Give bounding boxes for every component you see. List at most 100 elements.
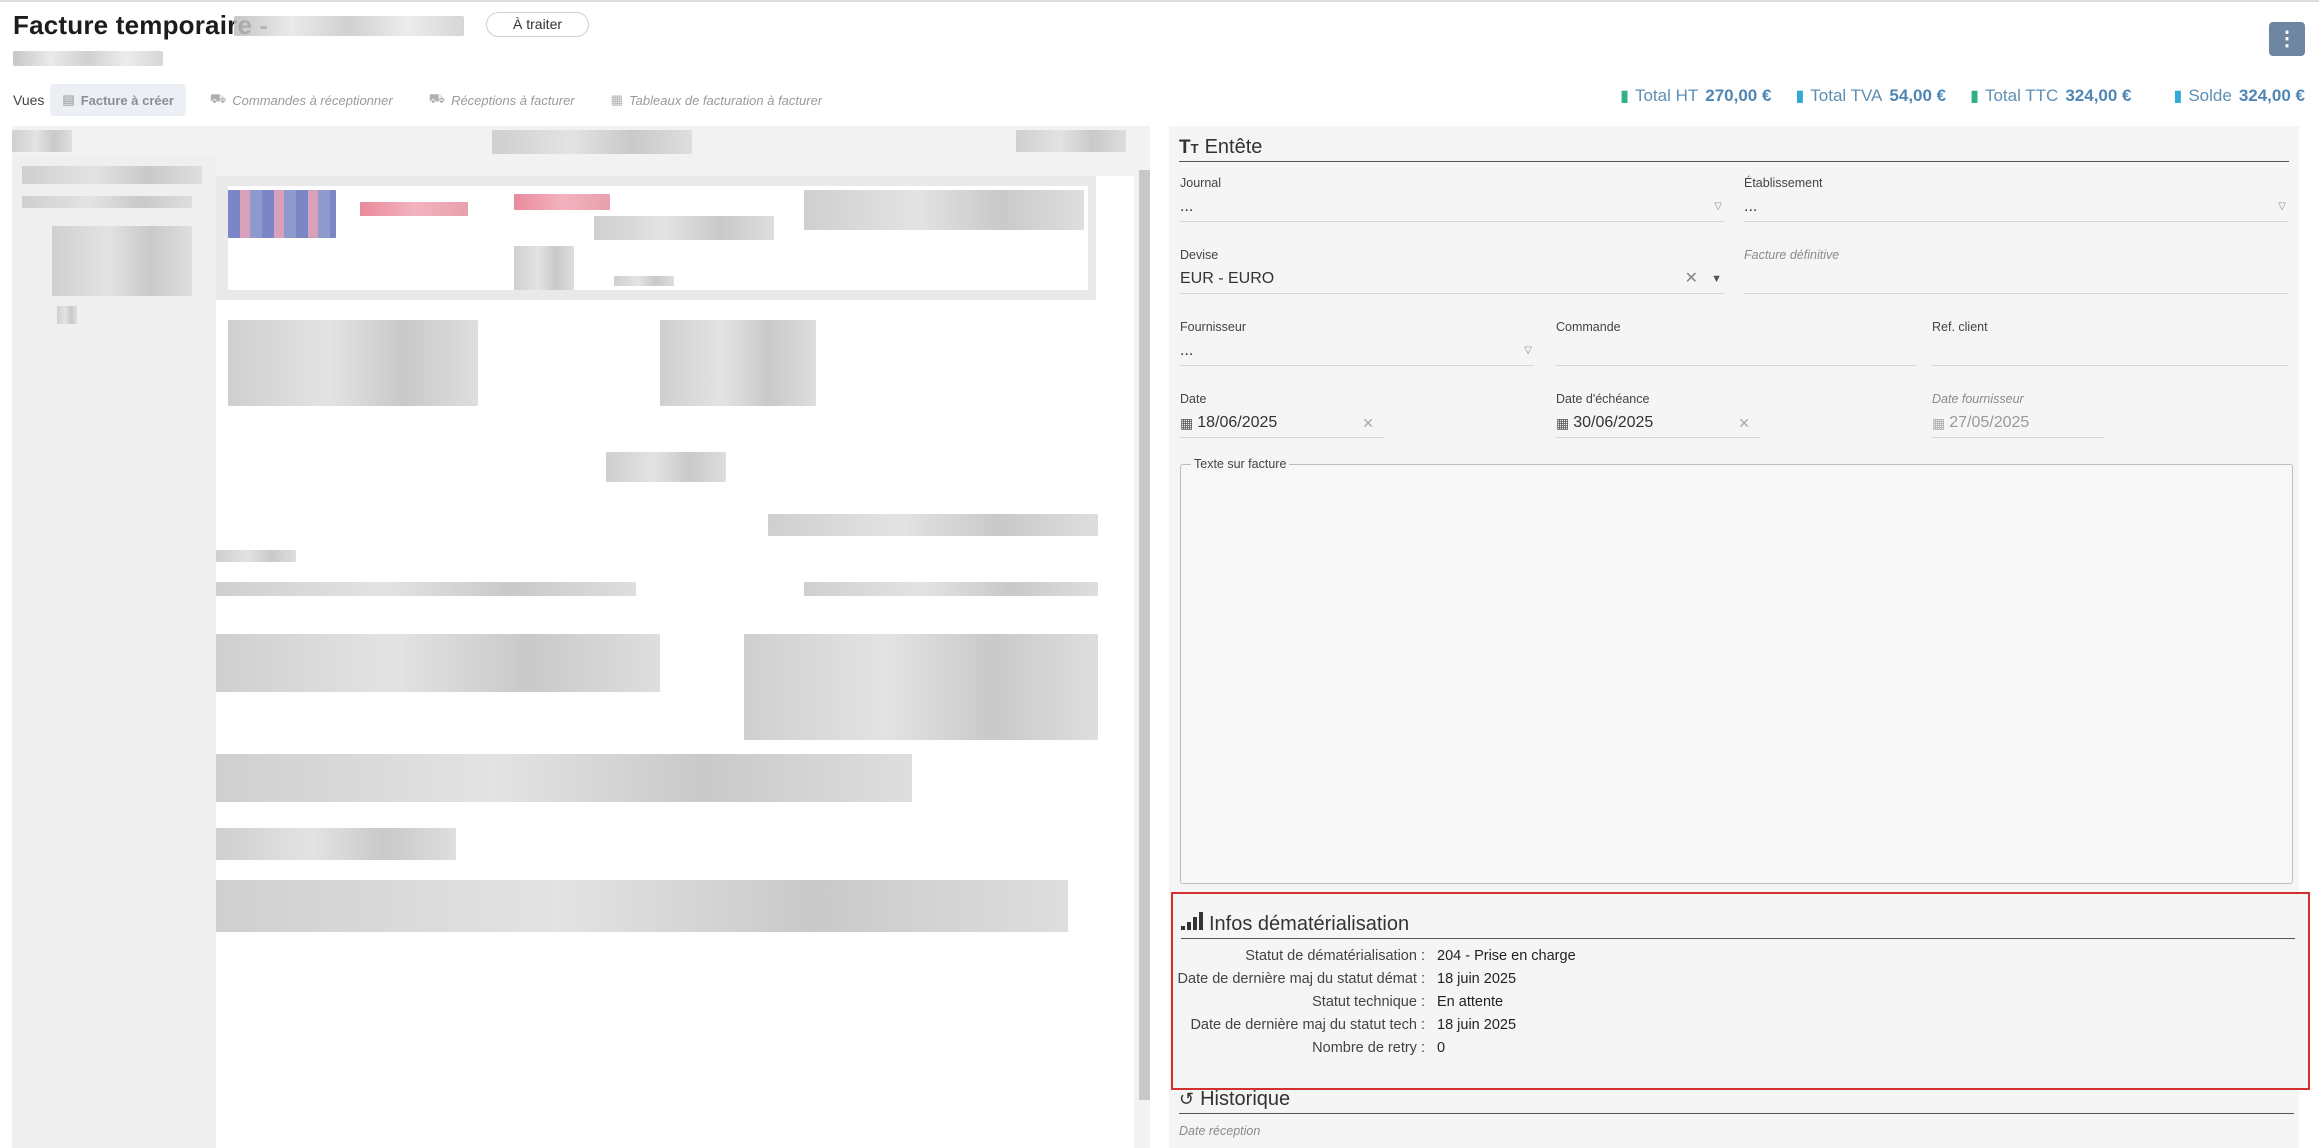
commande-field[interactable]: Commande: [1556, 320, 1916, 366]
echeance-input[interactable]: ▦ 30/06/2025 ✕: [1556, 408, 1760, 438]
more-options-button[interactable]: ⋮: [2269, 22, 2305, 56]
redacted-block: [660, 320, 816, 406]
date-fournisseur-label: Date fournisseur: [1932, 392, 2024, 406]
commande-input[interactable]: [1556, 336, 1916, 366]
etablissement-field[interactable]: Établissement ... ▽: [1744, 176, 2288, 222]
redacted-block: [804, 582, 1098, 596]
signal-bars-icon: [1181, 912, 1203, 936]
section-demat: Infos dématérialisation: [1181, 912, 2295, 939]
calendar-icon: ▦: [1180, 414, 1194, 431]
redacted-block: [57, 306, 77, 324]
demat-row: Date de dernière maj du statut tech : 18…: [1173, 1017, 1516, 1033]
redacted-block: [804, 190, 1084, 230]
solde: ▮ Solde 324,00 €: [2174, 86, 2305, 106]
file-icon: ▮: [2173, 88, 2183, 105]
date-fournisseur-input[interactable]: ▦ 27/05/2025: [1932, 408, 2104, 438]
redacted-block: [1016, 130, 1126, 152]
redacted-block: [216, 754, 912, 802]
tab-receptions-a-facturer[interactable]: ⛟ Réceptions à facturer: [417, 84, 587, 116]
demat-value: En attente: [1437, 994, 1504, 1010]
facture-definitive-field[interactable]: Facture définitive: [1744, 248, 2288, 294]
texte-sur-facture-textarea[interactable]: Texte sur facture: [1180, 457, 2293, 884]
redacted-block: [768, 514, 1098, 536]
date-fournisseur-field[interactable]: Date fournisseur ▦ 27/05/2025: [1932, 392, 2104, 438]
section-historique: ↺ Historique: [1179, 1088, 2294, 1114]
devise-label: Devise: [1180, 248, 1219, 262]
demat-key: Date de dernière maj du statut démat :: [1177, 971, 1425, 987]
redacted-block: [614, 276, 674, 286]
historique-section: ↺ Historique Date réception: [1179, 1088, 2294, 1138]
facture-definitive-input[interactable]: [1744, 264, 2288, 294]
devise-value: EUR - EURO: [1180, 269, 1275, 287]
redacted-block: [492, 130, 692, 154]
viewer-scrollbar[interactable]: [1139, 170, 1150, 1100]
demat-row: Nombre de retry : 0: [1173, 1040, 1445, 1056]
date-field[interactable]: Date ▦ 18/06/2025 ✕: [1180, 392, 1384, 438]
page-title: Facture temporaire -: [13, 10, 269, 40]
redacted-block: [360, 202, 468, 216]
demat-value: 18 juin 2025: [1437, 971, 1517, 987]
calendar-icon: ▦: [1556, 414, 1570, 431]
date-fournisseur-value: 27/05/2025: [1949, 413, 2030, 431]
caret-down-icon[interactable]: ▼: [1711, 265, 1722, 293]
total-ttc-value: 324,00 €: [2065, 86, 2132, 105]
redacted-subtitle: [13, 51, 163, 66]
clear-icon[interactable]: ✕: [1362, 409, 1374, 437]
document-viewer[interactable]: [12, 126, 1150, 1148]
redacted-block: [216, 634, 660, 692]
etablissement-select[interactable]: ... ▽: [1744, 192, 2288, 222]
document-page: [216, 176, 1134, 1148]
demat-value: 18 juin 2025: [1437, 1017, 1517, 1033]
echeance-field[interactable]: Date d'échéance ▦ 30/06/2025 ✕: [1556, 392, 1760, 438]
demat-key: Nombre de retry :: [1312, 1040, 1425, 1056]
fournisseur-field[interactable]: Fournisseur ... ▽: [1180, 320, 1534, 366]
clear-icon[interactable]: ✕: [1685, 265, 1698, 293]
echeance-label: Date d'échéance: [1556, 392, 1650, 406]
tab-commandes-a-receptionner[interactable]: ⛟ Commandes à réceptionner: [198, 84, 405, 116]
demat-row: Statut de dématérialisation : 204 - Pris…: [1173, 948, 1575, 964]
truck-icon: ⛟: [209, 91, 227, 106]
redacted-block: [744, 634, 1098, 740]
totals-bar: ▮ Total HT 270,00 € ▮ Total TVA 54,00 € …: [1596, 86, 2305, 106]
journal-label: Journal: [1180, 176, 1221, 190]
journal-value: ...: [1180, 197, 1194, 215]
redacted-block: [216, 828, 456, 860]
tab-facture-a-creer[interactable]: ▤ Facture à créer: [50, 84, 186, 116]
views-bar: Vues ▤ Facture à créer ⛟ Commandes à réc…: [13, 84, 846, 116]
ref-client-label: Ref. client: [1932, 320, 1988, 334]
total-ttc-label: Total TTC: [1984, 86, 2059, 105]
section-title: Entête: [1204, 136, 1263, 158]
ref-client-field[interactable]: Ref. client: [1932, 320, 2288, 366]
top-border: [0, 0, 2319, 2]
ref-client-input[interactable]: [1932, 336, 2288, 366]
demat-key: Statut technique :: [1312, 994, 1425, 1010]
devise-field[interactable]: Devise EUR - EURO ✕ ▼: [1180, 248, 1724, 294]
history-icon: ↺: [1179, 1089, 1195, 1109]
devise-select[interactable]: EUR - EURO ✕ ▼: [1180, 264, 1724, 294]
fournisseur-select[interactable]: ... ▽: [1180, 336, 1534, 366]
demat-key: Date de dernière maj du statut tech :: [1190, 1017, 1425, 1033]
total-tva-label: Total TVA: [1810, 86, 1883, 105]
total-ht-label: Total HT: [1634, 86, 1699, 105]
date-input[interactable]: ▦ 18/06/2025 ✕: [1180, 408, 1384, 438]
redacted-block: [22, 196, 192, 208]
table-icon: ▦: [610, 92, 623, 107]
texte-sur-facture-label: Texte sur facture: [1191, 457, 1290, 471]
calendar-icon: ▦: [1932, 414, 1946, 431]
journal-field[interactable]: Journal ... ▽: [1180, 176, 1724, 222]
journal-select[interactable]: ... ▽: [1180, 192, 1724, 222]
redacted-logo: [228, 190, 336, 238]
clear-icon[interactable]: ✕: [1738, 409, 1750, 437]
total-tva-value: 54,00 €: [1889, 86, 1947, 105]
demat-value: 0: [1437, 1040, 1446, 1056]
section-title: Historique: [1200, 1088, 1291, 1110]
file-icon: ▮: [1970, 88, 1979, 105]
tab-tableaux-de-facturation[interactable]: ▦ Tableaux de facturation à facturer: [599, 84, 835, 116]
section-title: Infos dématérialisation: [1209, 912, 1410, 935]
status-badge[interactable]: À traiter: [486, 12, 590, 37]
redacted-block: [514, 194, 610, 210]
tab-label: Tableaux de facturation à facturer: [628, 92, 823, 108]
redacted-block: [514, 246, 574, 290]
thumbnail-sidebar: [12, 156, 216, 1148]
text-height-icon: TT: [1179, 136, 1199, 158]
